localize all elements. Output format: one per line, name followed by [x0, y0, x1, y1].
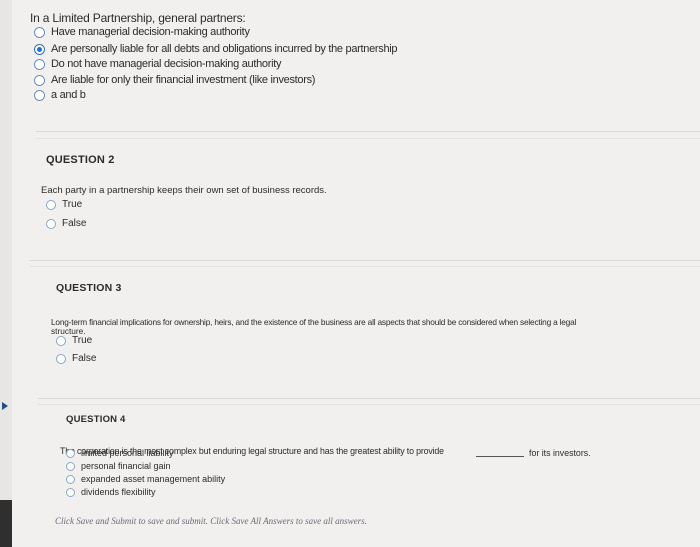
radio-button-selected[interactable]	[34, 43, 45, 55]
question-divider	[30, 260, 700, 261]
question-divider	[36, 138, 700, 139]
question2-prompt: Each party in a partnership keeps their …	[41, 185, 327, 196]
option-label: dividends flexibility	[81, 487, 156, 497]
option-label: Are liable for only their financial inve…	[51, 74, 316, 86]
question3-title: QUESTION 3	[56, 282, 122, 294]
question1-option-2[interactable]: Are personally liable for all debts and …	[34, 43, 398, 55]
question1-option-4[interactable]: Are liable for only their financial inve…	[34, 74, 315, 86]
option-label: personal financial gain	[81, 461, 171, 471]
radio-button[interactable]	[66, 474, 75, 484]
option-label: False	[62, 218, 87, 229]
quiz-page: In a Limited Partnership, general partne…	[0, 0, 700, 547]
radio-button[interactable]	[46, 218, 56, 229]
question-divider	[38, 398, 700, 399]
radio-button[interactable]	[66, 487, 75, 497]
question-divider	[38, 404, 700, 405]
option-label: expanded asset management ability	[81, 474, 226, 484]
question4-option-2[interactable]: personal financial gain	[66, 461, 171, 471]
question4-option-3[interactable]: expanded asset management ability	[66, 474, 225, 484]
radio-button[interactable]	[34, 58, 45, 70]
question1-prompt: In a Limited Partnership, general partne…	[30, 11, 246, 25]
option-label: Are personally liable for all debts and …	[51, 43, 398, 55]
question2-option-true[interactable]: True	[46, 199, 82, 210]
question2-title: QUESTION 2	[46, 154, 115, 166]
question-divider	[36, 131, 700, 132]
question1-option-5[interactable]: a and b	[34, 89, 86, 101]
left-edge-strip	[0, 0, 12, 547]
question4-option-1[interactable]: limited personal liability	[66, 448, 174, 458]
collapse-arrow-icon[interactable]	[2, 402, 8, 410]
left-edge-dark-block	[0, 500, 12, 547]
radio-button[interactable]	[34, 74, 45, 86]
option-label: Have managerial decision-making authorit…	[51, 26, 250, 38]
question3-option-true[interactable]: True	[56, 335, 92, 346]
question4-option-4[interactable]: dividends flexibility	[66, 487, 156, 497]
radio-button[interactable]	[34, 89, 45, 101]
radio-button[interactable]	[66, 448, 75, 458]
radio-button[interactable]	[66, 461, 75, 471]
fill-in-blank-line	[476, 456, 524, 457]
question3-prompt: Long-term financial implications for own…	[51, 317, 577, 327]
radio-button[interactable]	[56, 353, 66, 364]
question4-prompt-end: for its investors.	[529, 448, 591, 458]
question4-title: QUESTION 4	[66, 414, 126, 425]
radio-button[interactable]	[46, 199, 56, 210]
option-label: limited personal liability	[81, 448, 174, 458]
question-divider	[30, 266, 700, 267]
option-label: False	[72, 353, 97, 364]
question1-option-3[interactable]: Do not have managerial decision-making a…	[34, 58, 281, 70]
question2-option-false[interactable]: False	[46, 218, 86, 229]
radio-button[interactable]	[56, 335, 66, 346]
radio-button[interactable]	[34, 26, 45, 38]
option-label: True	[72, 335, 93, 346]
option-label: Do not have managerial decision-making a…	[51, 58, 282, 70]
save-submit-instructions: Click Save and Submit to save and submit…	[55, 516, 367, 526]
option-label: a and b	[51, 89, 86, 101]
question1-option-1[interactable]: Have managerial decision-making authorit…	[34, 26, 250, 38]
question3-option-false[interactable]: False	[56, 353, 96, 364]
option-label: True	[62, 199, 83, 210]
